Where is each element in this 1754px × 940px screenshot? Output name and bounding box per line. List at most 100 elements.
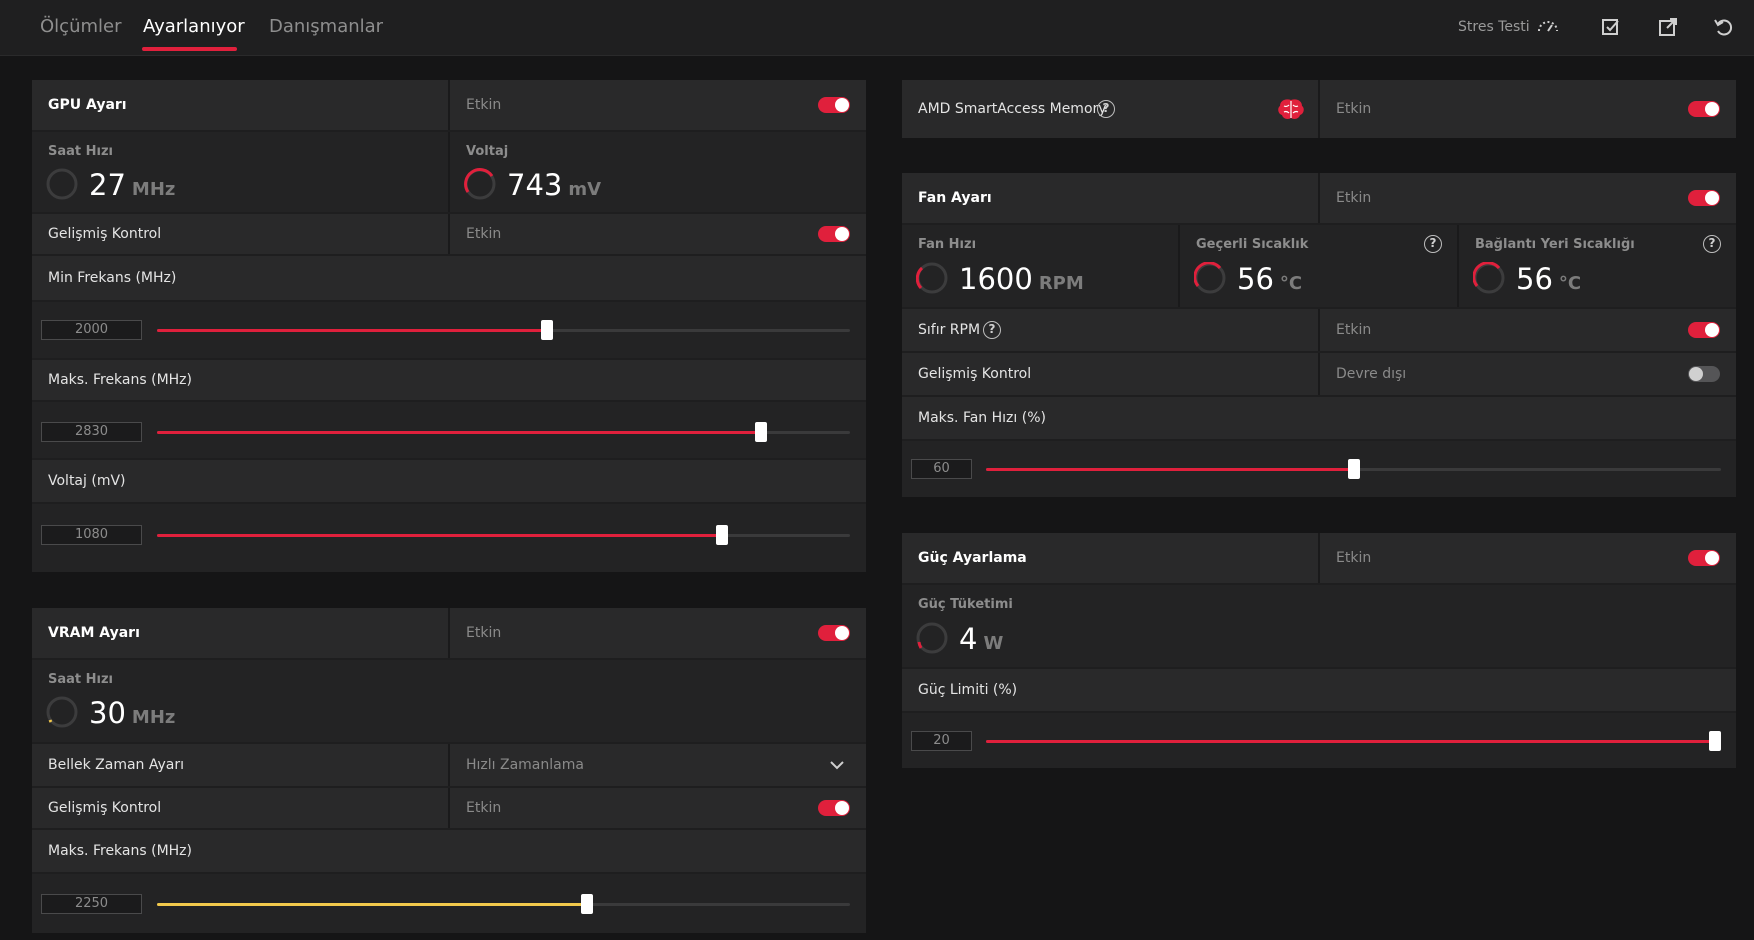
min-frequency-slider[interactable] bbox=[157, 320, 850, 340]
power-limit-label: Güç Limiti (%) bbox=[918, 682, 1018, 698]
power-tuning-title: Güç Ayarlama bbox=[918, 550, 1027, 566]
gpu-tuning-toggle[interactable] bbox=[818, 97, 850, 113]
zero-rpm-toggle[interactable] bbox=[1688, 322, 1720, 338]
tab-measurements[interactable]: Ölçümler bbox=[40, 16, 121, 37]
vram-max-frequency-input[interactable]: 2250 bbox=[41, 894, 142, 914]
slider-thumb[interactable] bbox=[715, 525, 728, 545]
export-icon[interactable] bbox=[1656, 15, 1680, 39]
slider-fill bbox=[157, 903, 587, 906]
help-icon[interactable]: ? bbox=[1703, 235, 1721, 253]
vram-clock-number: 30 bbox=[89, 696, 126, 730]
vram-tuning-header: VRAM Ayarı Etkin bbox=[32, 608, 866, 658]
active-tab-indicator bbox=[142, 47, 237, 51]
junction-temp-unit: °C bbox=[1558, 273, 1582, 294]
max-fan-speed-slider[interactable] bbox=[986, 459, 1721, 479]
gpu-voltage-gauge bbox=[464, 168, 496, 200]
vram-max-frequency-row: 2250 bbox=[32, 874, 866, 933]
slider-thumb[interactable] bbox=[1709, 731, 1721, 751]
fan-advanced-status: Devre dışı bbox=[1336, 366, 1407, 382]
min-frequency-input[interactable]: 2000 bbox=[41, 320, 142, 340]
voltage-slider[interactable] bbox=[157, 525, 850, 545]
power-tuning-header: Güç Ayarlama Etkin bbox=[902, 533, 1736, 583]
power-consumption-unit: W bbox=[983, 633, 1004, 654]
vram-max-frequency-slider[interactable] bbox=[157, 894, 850, 914]
gpu-tuning-header: GPU Ayarı Etkin bbox=[32, 80, 866, 130]
vram-clock-value: 30 MHz bbox=[89, 696, 175, 730]
slider-label-row: Maks. Frekans (MHz) bbox=[32, 830, 866, 872]
power-consumption-gauge bbox=[916, 622, 948, 654]
memory-timing-label: Bellek Zaman Ayarı bbox=[48, 757, 185, 773]
vram-tuning-title: VRAM Ayarı bbox=[48, 625, 140, 641]
help-icon[interactable]: ? bbox=[983, 321, 1001, 339]
zero-rpm-label: Sıfır RPM bbox=[918, 322, 981, 338]
power-metrics-row: Güç Tüketimi 4W bbox=[902, 585, 1736, 667]
divider bbox=[1457, 225, 1459, 307]
max-fan-speed-input[interactable]: 60 bbox=[911, 459, 972, 479]
slider-thumb[interactable] bbox=[580, 894, 593, 914]
junction-temp-value: 56 °C bbox=[1516, 262, 1581, 296]
gpu-advanced-row: Gelişmiş Kontrol Etkin bbox=[32, 214, 866, 254]
vram-tuning-status: Etkin bbox=[466, 625, 502, 641]
vram-advanced-toggle[interactable] bbox=[818, 800, 850, 816]
slider-thumb[interactable] bbox=[1347, 459, 1360, 479]
tab-advisors[interactable]: Danışmanlar bbox=[269, 16, 383, 37]
gpu-advanced-status: Etkin bbox=[466, 226, 502, 242]
power-limit-row: 20 bbox=[902, 713, 1736, 768]
top-bar: Ölçümler Ayarlanıyor Danışmanlar Stres T… bbox=[0, 0, 1754, 56]
vram-advanced-row: Gelişmiş Kontrol Etkin bbox=[32, 788, 866, 828]
vram-clock-label: Saat Hızı bbox=[48, 672, 114, 687]
slider-label-row: Voltaj (mV) bbox=[32, 460, 866, 502]
voltage-input[interactable]: 1080 bbox=[41, 525, 142, 545]
fan-advanced-toggle[interactable] bbox=[1688, 366, 1720, 382]
stress-test-label: Stres Testi bbox=[1458, 19, 1530, 35]
slider-label-row: Min Frekans (MHz) bbox=[32, 256, 866, 300]
memory-timing-value[interactable]: Hızlı Zamanlama bbox=[466, 757, 584, 773]
min-frequency-row: 2000 bbox=[32, 302, 866, 358]
help-icon[interactable]: ? bbox=[1097, 100, 1115, 118]
slider-fill bbox=[157, 431, 762, 434]
power-consumption-number: 4 bbox=[959, 622, 978, 656]
smart-access-memory-row: AMD SmartAccess Memory ? Etkin bbox=[902, 80, 1736, 138]
slider-label-row: Maks. Frekans (MHz) bbox=[32, 360, 866, 400]
max-fan-speed-label: Maks. Fan Hızı (%) bbox=[918, 410, 1046, 426]
chevron-down-icon[interactable] bbox=[829, 760, 845, 770]
divider bbox=[1178, 225, 1180, 307]
smart-access-memory-panel: AMD SmartAccess Memory ? Etkin bbox=[902, 80, 1736, 138]
gpu-advanced-toggle[interactable] bbox=[818, 226, 850, 242]
reset-icon[interactable] bbox=[1712, 15, 1736, 39]
power-limit-input[interactable]: 20 bbox=[911, 731, 972, 751]
power-limit-slider[interactable] bbox=[986, 731, 1721, 751]
power-tuning-toggle[interactable] bbox=[1688, 550, 1720, 566]
gpu-voltage-value: 743 mV bbox=[507, 168, 601, 202]
gpu-tuning-panel: GPU Ayarı Etkin Saat Hızı 27 MHz Voltaj 7… bbox=[32, 80, 866, 572]
vram-tuning-toggle[interactable] bbox=[818, 625, 850, 641]
junction-temp-gauge bbox=[1473, 262, 1505, 294]
junction-temp-label: Bağlantı Yeri Sıcaklığı bbox=[1475, 237, 1635, 252]
slider-thumb[interactable] bbox=[541, 320, 554, 340]
slider-fill bbox=[986, 740, 1721, 743]
max-frequency-slider[interactable] bbox=[157, 422, 850, 442]
gpu-clock-number: 27 bbox=[89, 168, 126, 202]
speedometer-icon[interactable] bbox=[1536, 15, 1560, 39]
vram-advanced-label: Gelişmiş Kontrol bbox=[48, 800, 162, 816]
max-frequency-input[interactable]: 2830 bbox=[41, 422, 142, 442]
gpu-voltage-unit: mV bbox=[568, 179, 602, 200]
smart-access-memory-status: Etkin bbox=[1336, 101, 1372, 117]
gpu-tuning-status: Etkin bbox=[466, 97, 502, 113]
divider bbox=[448, 788, 450, 828]
apply-icon[interactable] bbox=[1599, 15, 1623, 39]
power-consumption-label: Güç Tüketimi bbox=[918, 597, 1013, 612]
fan-tuning-toggle[interactable] bbox=[1688, 190, 1720, 206]
vram-max-frequency-label: Maks. Frekans (MHz) bbox=[48, 843, 192, 859]
fan-tuning-title: Fan Ayarı bbox=[918, 190, 992, 206]
gpu-tuning-title: GPU Ayarı bbox=[48, 97, 127, 113]
gpu-clock-label: Saat Hızı bbox=[48, 144, 114, 159]
slider-thumb[interactable] bbox=[755, 422, 768, 442]
voltage-slider-label: Voltaj (mV) bbox=[48, 473, 126, 489]
help-icon[interactable]: ? bbox=[1424, 235, 1442, 253]
current-temp-number: 56 bbox=[1237, 262, 1274, 296]
divider bbox=[1318, 533, 1320, 583]
divider bbox=[448, 80, 450, 130]
smart-access-memory-toggle[interactable] bbox=[1688, 101, 1720, 117]
tab-tuning[interactable]: Ayarlanıyor bbox=[143, 16, 245, 37]
